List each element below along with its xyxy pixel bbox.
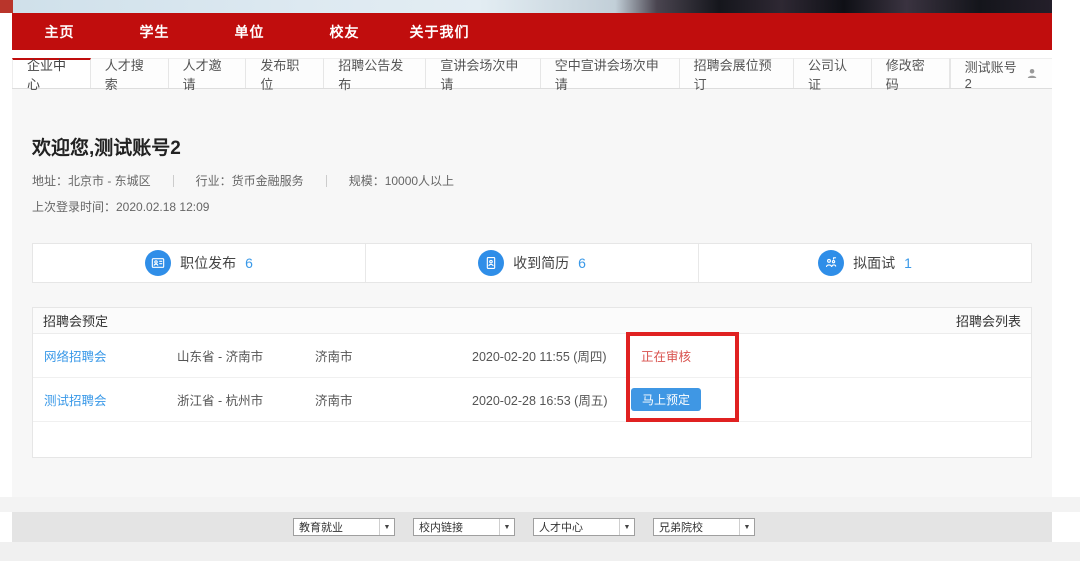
fair-location: 山东省 - 济南市 bbox=[177, 346, 315, 365]
main-navigation: 主页 学生 单位 校友 关于我们 bbox=[12, 13, 1052, 50]
footer-dropdown-campus-links[interactable]: 校内链接 bbox=[413, 518, 515, 536]
stat-value: 1 bbox=[904, 255, 912, 271]
footer-spacer-band bbox=[0, 497, 1080, 512]
job-fair-card-title: 招聘会预定 bbox=[43, 311, 108, 330]
user-icon bbox=[1026, 67, 1038, 80]
company-industry: 行业：货币金融服务 bbox=[196, 172, 304, 189]
main-content: 欢迎您,测试账号2 地址：北京市 - 东城区 行业：货币金融服务 规模：1000… bbox=[12, 89, 1052, 497]
book-now-button[interactable]: 马上预定 bbox=[631, 388, 701, 411]
tab-post-job[interactable]: 发布职位 bbox=[246, 58, 324, 88]
dropdown-arrow-icon bbox=[619, 519, 634, 535]
nav-item-home[interactable]: 主页 bbox=[12, 22, 107, 42]
stat-resumes-received[interactable]: 收到简历 6 bbox=[366, 244, 699, 282]
table-row: 网络招聘会 山东省 - 济南市 济南市 2020-02-20 11:55 (周四… bbox=[33, 334, 1031, 378]
user-name-label: 测试账号2 bbox=[965, 57, 1020, 91]
secondary-tab-bar: 企业中心 人才搜索 人才邀请 发布职位 招聘公告发布 宣讲会场次申请 空中宣讲会… bbox=[12, 58, 1052, 89]
job-post-icon bbox=[145, 250, 171, 276]
tab-talent-search[interactable]: 人才搜索 bbox=[91, 58, 169, 88]
nav-item-unit[interactable]: 单位 bbox=[202, 22, 297, 42]
fair-status-cell: 正在审核 bbox=[611, 346, 721, 365]
fair-city: 济南市 bbox=[315, 346, 472, 365]
footer-bar: 教育就业 校内链接 人才中心 兄弟院校 bbox=[12, 512, 1052, 542]
page-container: 主页 学生 单位 校友 关于我们 企业中心 人才搜索 人才邀请 发布职位 招聘公… bbox=[12, 0, 1052, 497]
job-fair-booking-card: 招聘会预定 招聘会列表 网络招聘会 山东省 - 济南市 济南市 2020-02-… bbox=[32, 307, 1032, 458]
table-row: 测试招聘会 浙江省 - 杭州市 济南市 2020-02-28 16:53 (周五… bbox=[33, 378, 1031, 422]
stat-label: 拟面试 bbox=[853, 253, 895, 273]
footer-dropdown-education-employment[interactable]: 教育就业 bbox=[293, 518, 395, 536]
banner-left-red-edge bbox=[0, 0, 13, 13]
stat-label: 职位发布 bbox=[180, 253, 236, 273]
company-address: 地址：北京市 - 东城区 bbox=[32, 172, 151, 189]
status-under-review: 正在审核 bbox=[641, 350, 691, 364]
fair-status-cell: 马上预定 bbox=[611, 388, 721, 411]
bottom-margin-strip bbox=[0, 542, 1080, 561]
company-info-line: 地址：北京市 - 东城区 行业：货币金融服务 规模：10000人以上 bbox=[32, 172, 1032, 189]
tab-talent-invite[interactable]: 人才邀请 bbox=[169, 58, 247, 88]
nav-item-about[interactable]: 关于我们 bbox=[392, 22, 487, 42]
fair-datetime: 2020-02-28 16:53 (周五) bbox=[472, 390, 611, 409]
job-fair-list-link[interactable]: 招聘会列表 bbox=[956, 311, 1021, 330]
tab-enterprise-center[interactable]: 企业中心 bbox=[12, 58, 91, 88]
footer-dropdown-talent-center[interactable]: 人才中心 bbox=[533, 518, 635, 536]
hero-banner-image bbox=[12, 0, 1052, 13]
stat-value: 6 bbox=[578, 255, 586, 271]
dropdown-selected-label: 人才中心 bbox=[539, 519, 583, 535]
fair-city: 济南市 bbox=[315, 390, 472, 409]
tab-recruit-announcement[interactable]: 招聘公告发布 bbox=[324, 58, 426, 88]
stat-label: 收到简历 bbox=[513, 253, 569, 273]
stat-jobs-posted[interactable]: 职位发布 6 bbox=[33, 244, 366, 282]
dropdown-arrow-icon bbox=[499, 519, 514, 535]
tab-online-info-session-apply[interactable]: 空中宣讲会场次申请 bbox=[541, 58, 680, 88]
fair-name-link[interactable]: 测试招聘会 bbox=[33, 390, 177, 409]
info-divider bbox=[326, 175, 327, 187]
stats-summary-card: 职位发布 6 收到简历 6 拟面试 1 bbox=[32, 243, 1032, 283]
footer-dropdown-sister-schools[interactable]: 兄弟院校 bbox=[653, 518, 755, 536]
footer-wrapper: 教育就业 校内链接 人才中心 兄弟院校 bbox=[12, 512, 1052, 542]
tab-company-verification[interactable]: 公司认证 bbox=[794, 58, 872, 88]
nav-item-alumni[interactable]: 校友 bbox=[297, 22, 392, 42]
last-login-time: 上次登录时间：2020.02.18 12:09 bbox=[32, 198, 1032, 215]
fair-datetime: 2020-02-20 11:55 (周四) bbox=[472, 346, 611, 365]
welcome-title: 欢迎您,测试账号2 bbox=[32, 133, 1032, 160]
stat-value: 6 bbox=[245, 255, 253, 271]
tab-info-session-apply[interactable]: 宣讲会场次申请 bbox=[426, 58, 540, 88]
resume-icon bbox=[478, 250, 504, 276]
info-divider bbox=[173, 175, 174, 187]
nav-item-student[interactable]: 学生 bbox=[107, 22, 202, 42]
dropdown-arrow-icon bbox=[739, 519, 754, 535]
stat-planned-interviews[interactable]: 拟面试 1 bbox=[699, 244, 1031, 282]
company-scale: 规模：10000人以上 bbox=[349, 172, 454, 189]
job-fair-card-header: 招聘会预定 招聘会列表 bbox=[33, 308, 1031, 334]
tab-change-password[interactable]: 修改密码 bbox=[872, 58, 950, 88]
user-account-menu[interactable]: 测试账号2 bbox=[950, 58, 1052, 88]
interview-icon bbox=[818, 250, 844, 276]
fair-name-link[interactable]: 网络招聘会 bbox=[33, 346, 177, 365]
tab-fair-booth-booking[interactable]: 招聘会展位预订 bbox=[680, 58, 794, 88]
dropdown-selected-label: 校内链接 bbox=[419, 519, 463, 535]
dropdown-selected-label: 兄弟院校 bbox=[659, 519, 703, 535]
dropdown-selected-label: 教育就业 bbox=[299, 519, 343, 535]
dropdown-arrow-icon bbox=[379, 519, 394, 535]
fair-location: 浙江省 - 杭州市 bbox=[177, 390, 315, 409]
